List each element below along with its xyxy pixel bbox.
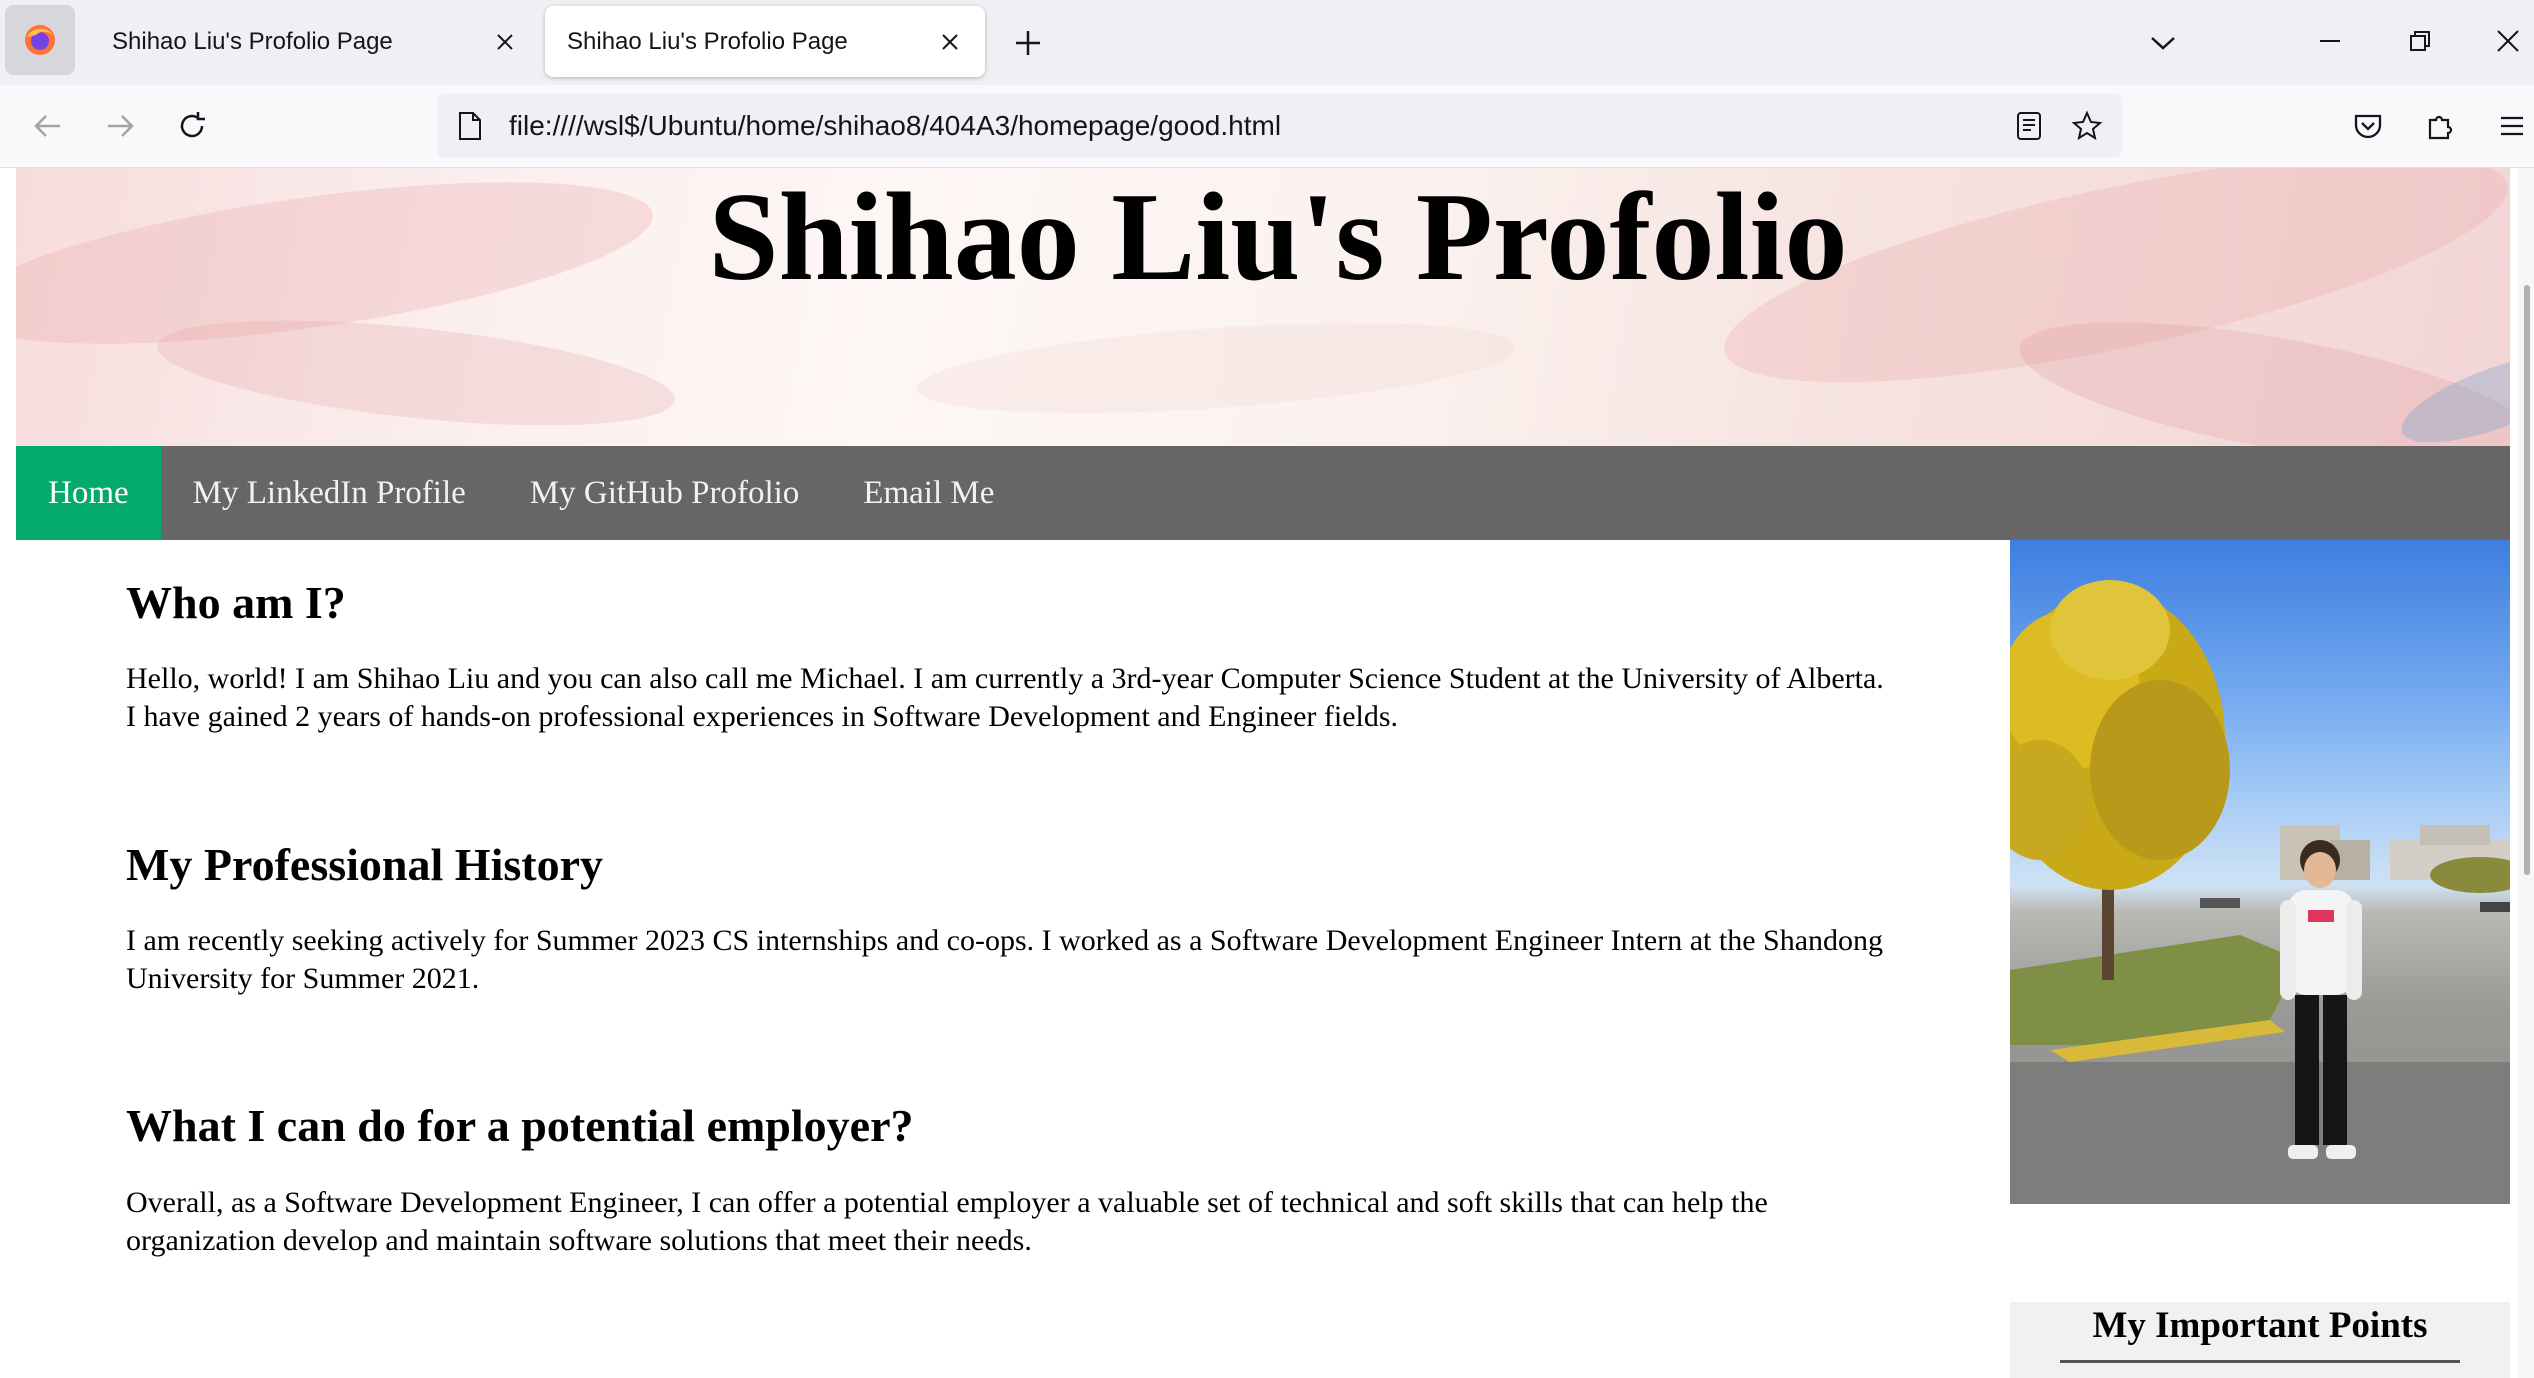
- pocket-icon[interactable]: [2344, 102, 2392, 150]
- firefox-icon[interactable]: [5, 5, 75, 75]
- tab-2[interactable]: Shihao Liu's Profolio Page: [545, 6, 985, 77]
- close-icon[interactable]: [488, 25, 522, 59]
- profile-photo: [2010, 540, 2510, 1204]
- address-bar[interactable]: file:////wsl$/Ubuntu/home/shihao8/404A3/…: [437, 94, 2122, 158]
- nav-home-link[interactable]: Home: [16, 446, 161, 540]
- page-title: Shihao Liu's Profolio: [708, 168, 1848, 307]
- puzzle-icon[interactable]: [2416, 102, 2464, 150]
- restore-icon[interactable]: [2390, 10, 2450, 72]
- close-window-icon[interactable]: [2478, 10, 2534, 72]
- heading-underline: [2060, 1360, 2460, 1363]
- forward-arrow-icon[interactable]: [96, 102, 144, 150]
- section-heading-history: My Professional History: [126, 839, 603, 890]
- header-banner: Shihao Liu's Profolio: [16, 168, 2510, 446]
- section-text-history: I am recently seeking actively for Summe…: [126, 924, 1884, 995]
- reload-icon[interactable]: [168, 102, 216, 150]
- navigation-toolbar: file:////wsl$/Ubuntu/home/shihao8/404A3/…: [0, 85, 2534, 168]
- tab-title: Shihao Liu's Profolio Page: [112, 27, 393, 55]
- important-points-panel: My Important Points: [2010, 1302, 2510, 1378]
- url-text[interactable]: file:////wsl$/Ubuntu/home/shihao8/404A3/…: [509, 110, 2006, 142]
- nav-github-link[interactable]: My GitHub Profolio: [498, 446, 832, 540]
- section-heading-employer: What I can do for a potential employer?: [126, 1100, 914, 1151]
- star-icon[interactable]: [2064, 103, 2110, 149]
- section-text-employer: Overall, as a Software Development Engin…: [126, 1186, 1768, 1257]
- nav-linkedin-link[interactable]: My LinkedIn Profile: [161, 446, 498, 540]
- minimize-icon[interactable]: [2300, 10, 2360, 72]
- page-viewport: Shihao Liu's Profolio Home My LinkedIn P…: [16, 168, 2510, 1378]
- back-arrow-icon[interactable]: [24, 102, 72, 150]
- tab-title: Shihao Liu's Profolio Page: [567, 27, 848, 55]
- tab-1[interactable]: Shihao Liu's Profolio Page: [90, 6, 540, 77]
- nav-email-link[interactable]: Email Me: [831, 446, 1026, 540]
- section-heading-who: Who am I?: [126, 577, 346, 628]
- scrollbar-thumb[interactable]: [2524, 285, 2530, 875]
- site-nav: Home My LinkedIn Profile My GitHub Profo…: [16, 446, 2510, 540]
- plus-icon[interactable]: [1005, 20, 1051, 66]
- tab-strip: Shihao Liu's Profolio Page Shihao Liu's …: [0, 0, 2534, 85]
- section-text-who: Hello, world! I am Shihao Liu and you ca…: [126, 662, 1884, 733]
- important-points-heading: My Important Points: [2092, 1305, 2428, 1346]
- page-icon: [453, 109, 487, 143]
- hamburger-icon[interactable]: [2488, 102, 2534, 150]
- chevron-down-icon[interactable]: [2140, 20, 2186, 66]
- reader-view-icon[interactable]: [2006, 103, 2052, 149]
- close-icon[interactable]: [933, 25, 967, 59]
